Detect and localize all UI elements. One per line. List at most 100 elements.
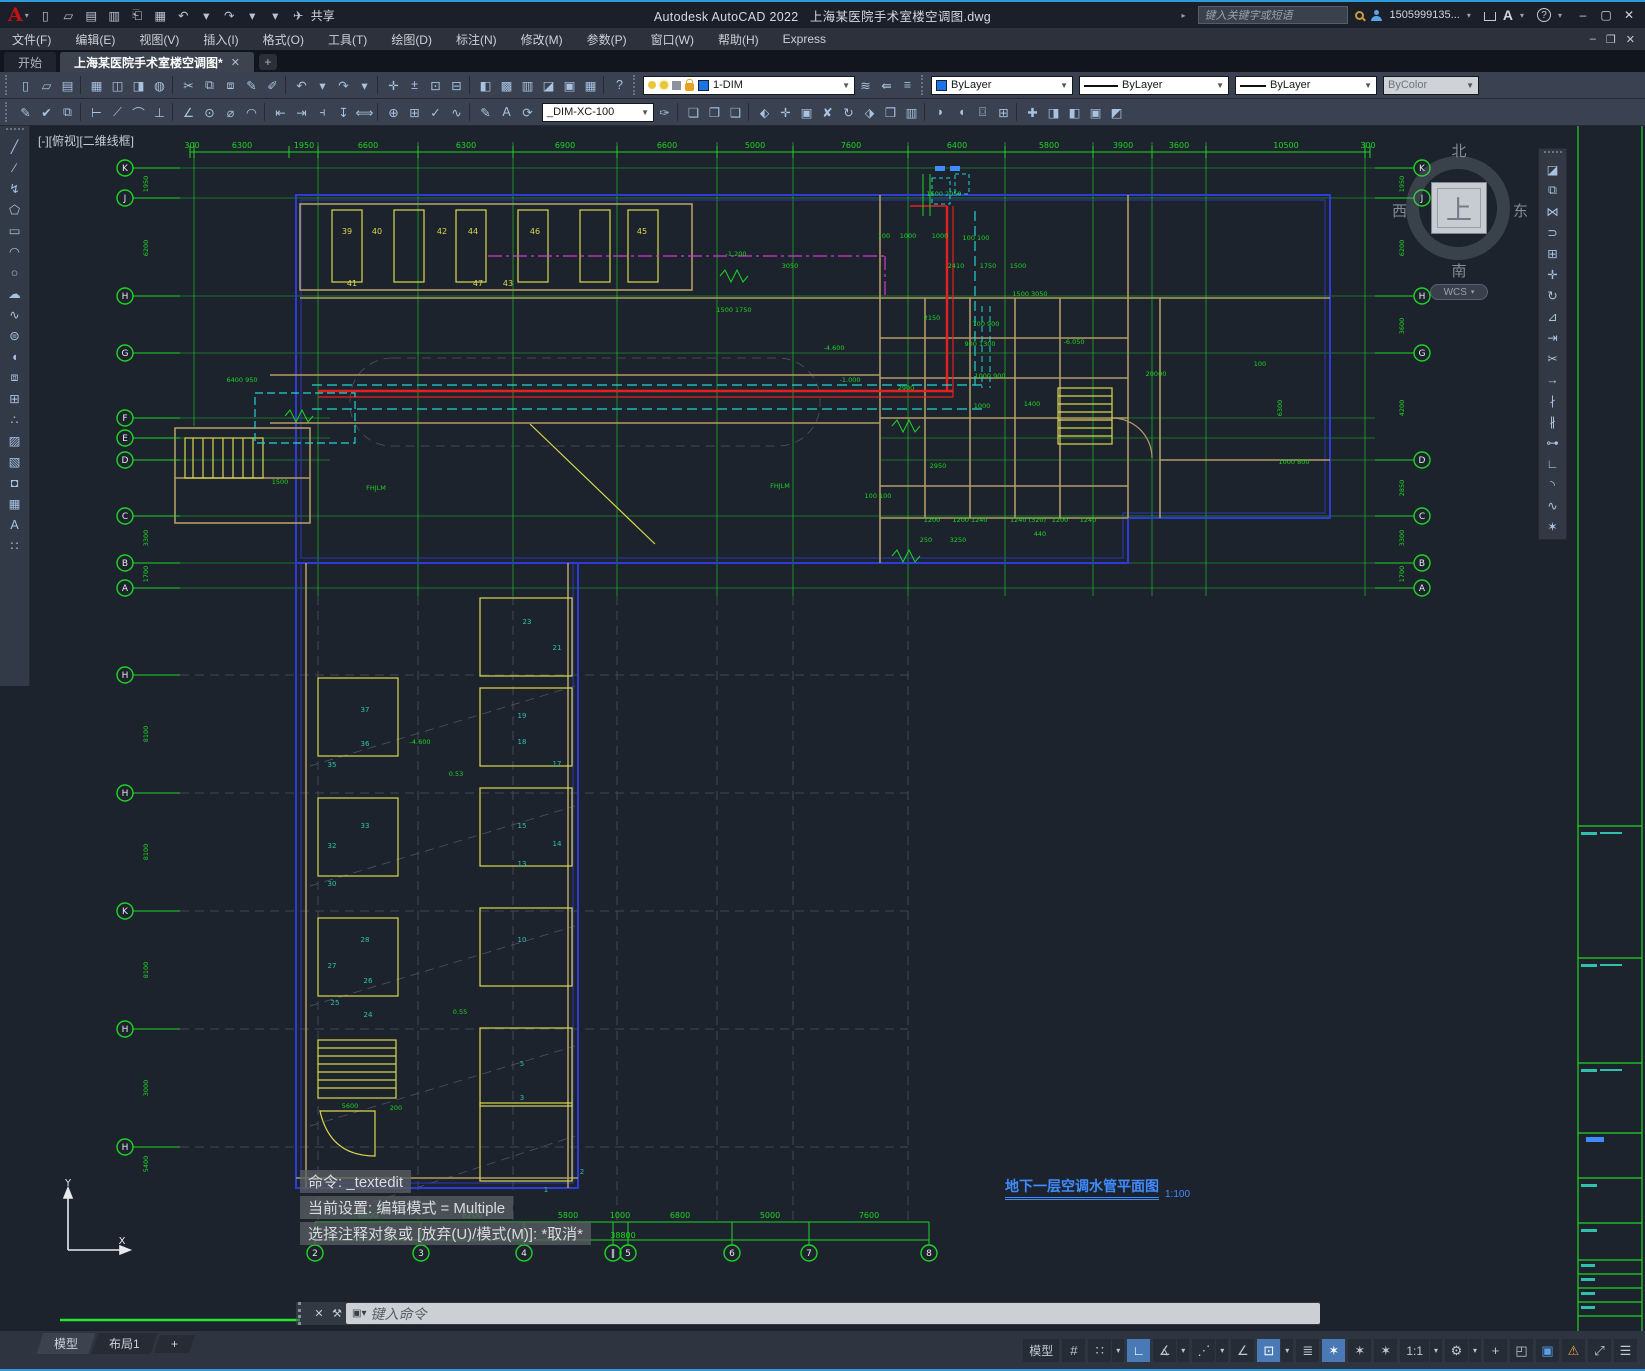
text-style-icon[interactable]: ✎ [15,102,36,122]
save-as-icon[interactable]: ▥ [104,5,125,25]
clean-screen-icon[interactable]: ⤢ [1588,1339,1611,1362]
undo-dropdown[interactable]: ▾ [312,75,333,95]
draworder-above-icon[interactable]: ❑ [725,102,746,122]
xline-icon[interactable]: ∕ [3,157,27,178]
dimstyle-dropdown[interactable]: _DIM-XC-100 ▼ [542,102,654,122]
viewcube-top-face[interactable]: 上 [1431,182,1487,234]
group-icon[interactable]: ⬖ [754,102,775,122]
search-expand[interactable]: ▸ [1181,11,1185,20]
new-layer-icon[interactable]: ✚ [1022,102,1043,122]
grid-display-icon[interactable]: # [1062,1339,1086,1362]
mirror-small-icon[interactable]: ⬗ [859,102,880,122]
search-icon[interactable] [1355,10,1365,20]
redo-icon[interactable]: ↷ [219,5,240,25]
tab-document[interactable]: 上海某医院手术室楼空调图* ✕ [60,52,254,72]
redo-dropdown[interactable]: ▾ [354,75,375,95]
osnap-tracking-icon[interactable]: ∠ [1231,1339,1255,1362]
menu-dimension[interactable]: 标注(N) [444,29,509,50]
search-input[interactable]: 键入关键字或短语 [1198,6,1349,24]
paint-icon[interactable]: ◨ [1043,102,1064,122]
zoom-previous-icon[interactable]: ⊟ [446,75,467,95]
properties-icon[interactable]: ◧ [475,75,496,95]
save-icon[interactable]: ▤ [57,75,78,95]
undo-icon[interactable]: ↶ [291,75,312,95]
close-button[interactable]: ✕ [1621,8,1637,22]
annotation-visibility-icon[interactable]: ✶ [1322,1339,1346,1362]
lineweight-dropdown[interactable]: ByLayer ▼ [1235,75,1377,95]
layer-translate-icon[interactable]: ⧉ [57,102,78,122]
explode-icon[interactable]: ✶ [1541,516,1565,537]
logo-dropdown[interactable]: ▾ [25,11,29,20]
properties-toolbar-grip[interactable] [921,75,928,95]
copy-small-icon[interactable]: ❒ [880,102,901,122]
dim-spacing-icon[interactable]: ↧ [333,102,354,122]
share-plane-icon[interactable]: ✈ [288,5,309,25]
sheet-set-icon[interactable]: ◪ [538,75,559,95]
viewcube-west[interactable]: 西 [1392,200,1407,221]
viewport-controls[interactable]: [-][俯视][二维线框] [38,132,134,149]
ellipse-arc-icon[interactable]: ◖ [3,346,27,367]
dim-edit-icon[interactable]: ✎ [475,102,496,122]
maximize-button[interactable]: ▢ [1598,8,1614,22]
command-close-icon[interactable]: ✕ [310,1307,328,1320]
layer-previous-icon[interactable]: ⇚ [876,75,897,95]
copy-icon[interactable]: ⧉ [1541,180,1565,201]
move-small-icon[interactable]: ✛ [775,102,796,122]
draw-toolbar-grip[interactable] [5,128,24,134]
copy-clip-icon[interactable]: ⧉ [199,75,220,95]
break-at-point-icon[interactable]: ∤ [1541,390,1565,411]
account-icon[interactable] [1371,9,1383,21]
tab-model[interactable]: 模型 [36,1333,96,1354]
layer-states-icon[interactable]: ≡ [897,75,918,95]
region-icon[interactable]: ◘ [3,472,27,493]
recent-commands-icon[interactable]: ▣▾ [352,1308,366,1319]
help-dropdown[interactable]: ▾ [1558,11,1562,20]
tab-close-icon[interactable]: ✕ [231,56,240,69]
make-layer-current-icon[interactable]: ≋ [855,75,876,95]
osnap-dropdown[interactable]: ▾ [1281,1339,1294,1362]
workspace-gear-icon[interactable]: ⚙ [1445,1339,1468,1362]
isolate-objects-icon[interactable]: ◰ [1510,1339,1533,1362]
command-input[interactable]: ▣▾ 键入命令 [346,1303,1320,1324]
autocad-logo[interactable]: A [8,4,23,26]
menu-insert[interactable]: 插入(I) [191,29,250,50]
tab-start[interactable]: 开始 [4,52,57,72]
dim-update-icon[interactable]: ⟳ [517,102,538,122]
draworder-front-icon[interactable]: ❏ [683,102,704,122]
workspace-dropdown[interactable]: ▾ [1469,1339,1481,1362]
lineweight-icon[interactable]: ≣ [1296,1339,1320,1362]
osnap-icon[interactable]: ⊡ [1257,1339,1281,1362]
point-style-icon[interactable]: ∷ [3,535,27,556]
rectangle-icon[interactable]: ▭ [3,220,27,241]
erase2-icon[interactable]: ◖ [951,102,972,122]
rect-array-icon[interactable]: ▣ [796,102,817,122]
menu-parametric[interactable]: 参数(P) [575,29,639,50]
center-mark-icon[interactable]: ⊕ [383,102,404,122]
open-icon[interactable]: ▱ [36,75,57,95]
layer-toolbar-grip[interactable] [633,75,640,95]
markup-icon[interactable]: ▣ [559,75,580,95]
store-cart-icon[interactable] [1483,11,1496,21]
paste-icon[interactable]: ⧈ [220,75,241,95]
app-dropdown[interactable]: ▾ [1520,11,1524,20]
command-bar-grip[interactable] [298,1302,310,1325]
tool-palettes-icon[interactable]: ▥ [517,75,538,95]
new-tab-button[interactable]: + [258,54,277,70]
dim-jog-line-icon[interactable]: ∿ [446,102,467,122]
insert-block-icon[interactable]: ⧈ [3,367,27,388]
styles-toolbar-grip[interactable] [5,102,12,122]
help-icon[interactable]: ? [1536,8,1551,22]
zoom-window-icon[interactable]: ⊡ [425,75,446,95]
menu-tools[interactable]: 工具(T) [316,29,379,50]
polar-dropdown[interactable]: ▾ [1177,1339,1190,1362]
publish-icon[interactable]: ◨ [128,75,149,95]
menu-help[interactable]: 帮助(H) [706,29,771,50]
menu-view[interactable]: 视图(V) [127,29,191,50]
modify-toolbar-grip[interactable] [1543,151,1562,157]
menu-edit[interactable]: 编辑(E) [63,29,127,50]
menu-express[interactable]: Express [771,30,838,48]
block-editor-icon[interactable]: ✐ [262,75,283,95]
rotate-small-icon[interactable]: ↻ [838,102,859,122]
layer-dropdown[interactable]: 1-DIM ▼ [643,75,855,95]
tolerance-icon[interactable]: ⊞ [404,102,425,122]
